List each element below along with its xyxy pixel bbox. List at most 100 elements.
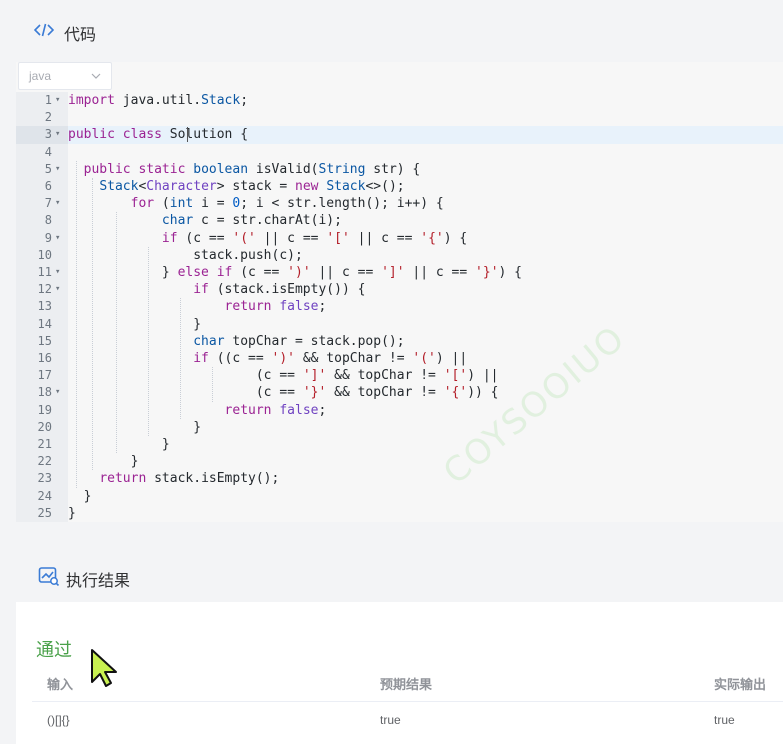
line-gutter: 11 ▾ [16,264,68,282]
code-line-text: char c = str.charAt(i); [161,213,342,229]
line-number: 25 [37,505,52,520]
fold-toggle-icon[interactable]: ▾ [55,126,60,143]
fold-toggle-icon[interactable]: ▾ [55,161,60,178]
indent-guide [148,246,149,436]
result-section-header: 执行结果 [0,540,783,602]
line-gutter: 4 [16,143,68,161]
code-line-text: } [68,419,202,435]
line-gutter: 20 [16,418,68,436]
code-line[interactable]: 19 return false; [16,401,783,419]
indent-guide [76,160,77,488]
code-line[interactable]: 24 } [16,487,783,505]
code-line[interactable]: 17 (c == ']' && topChar != '[') || [16,367,783,385]
code-line-text: } [68,505,76,521]
line-gutter: 24 [16,487,68,505]
code-line-text: (c == '}' && topChar != '{')) { [68,385,499,401]
code-line-text: } [68,437,170,452]
line-number: 23 [37,471,52,486]
code-line-text: if ((c == ')' && topChar != '(') || [193,351,468,366]
code-icon [34,23,54,37]
code-line-text: stack.push(c); [68,247,303,263]
code-line[interactable]: 3 ▾ public class Solution { [16,126,783,144]
line-number: 10 [37,247,52,262]
line-gutter: 17 [16,367,68,385]
line-gutter: 13 [16,298,68,316]
line-number: 2 [44,110,52,125]
fold-toggle-icon[interactable]: ▾ [55,264,60,281]
line-number: 18 [37,385,52,400]
code-line[interactable]: 1 ▾ import java.util.Stack; [16,92,783,110]
code-line[interactable]: 21 } [16,436,783,454]
code-line-text: if (c == '(' || c == '[' || c == '{') { [161,230,468,246]
line-number: 6 [44,179,52,193]
code-line[interactable]: 18 ▾ (c == '}' && topChar != '{')) { [16,384,783,402]
line-number: 12 [37,282,52,297]
fold-toggle-icon[interactable]: ▾ [55,92,60,109]
code-line-text: public class Solution { [68,127,249,143]
line-gutter: 6 [16,178,68,196]
line-number: 21 [37,437,52,451]
code-line[interactable]: 13 return false; [16,298,783,316]
code-line[interactable]: 11 ▾ } else if (c == ')' || c == ']' || c… [16,264,783,282]
line-number: 7 [44,196,52,211]
code-line[interactable]: 4 [16,143,783,161]
line-gutter: 23 [16,470,68,488]
line-gutter: 2 [16,109,68,127]
line-number: 20 [37,419,52,434]
code-line[interactable]: 20 } [16,418,783,436]
code-line[interactable]: 22 } [16,453,783,471]
line-number: 24 [37,488,52,503]
code-line[interactable]: 7 ▾ for (int i = 0; i < str.length(); i++… [16,195,783,213]
code-line[interactable]: 5 ▾ public static boolean isValid(String … [16,160,783,178]
line-number: 15 [37,333,52,348]
line-gutter: 12 ▾ [16,281,68,299]
code-line[interactable]: 16 if ((c == ')' && topChar != '(') || [16,350,783,368]
code-section-header: 代码 [0,0,783,62]
text-cursor [187,127,188,143]
line-number: 1 [44,93,52,107]
code-line-text: char topChar = stack.pop(); [193,333,405,349]
line-number: 3 [44,127,52,142]
line-number: 8 [44,213,52,228]
result-chart-icon [38,567,60,586]
code-line-text: return false; [224,299,327,315]
indent-guide [212,367,213,402]
fold-toggle-icon[interactable]: ▾ [55,281,60,298]
fold-toggle-icon[interactable]: ▾ [55,195,60,212]
code-line-text: } else if (c == ')' || c == ']' || c == … [68,265,523,280]
line-gutter: 19 [16,401,68,419]
code-line[interactable]: 10 stack.push(c); [16,246,783,264]
language-select[interactable]: java [18,62,112,90]
code-editor[interactable]: 1 ▾ import java.util.Stack; 2 3 ▾ public class… [16,92,783,522]
indent-guide [180,298,181,419]
code-line[interactable]: 25} [16,504,783,522]
code-section-title: 代码 [64,25,97,44]
code-line[interactable]: 9 ▾ if (c == '(' || c == '[' || c == '{')… [16,229,783,247]
code-line-text: (c == ']' && topChar != '[') || [68,368,499,384]
column-header-expected: 预期结果 [380,678,433,693]
code-line[interactable]: 6 Stack<Character> stack = new Stack<>()… [16,178,783,196]
code-line[interactable]: 8 char c = str.charAt(i); [16,212,783,230]
line-gutter: 18 ▾ [16,384,68,402]
chevron-down-icon [91,73,101,79]
code-line-text: } [68,488,92,504]
code-line[interactable]: 23 return stack.isEmpty(); [16,470,783,488]
line-gutter: 9 ▾ [16,229,68,247]
code-line-text: } [68,316,202,332]
line-number: 9 [44,230,52,245]
line-gutter: 16 [16,350,68,368]
code-line[interactable]: 14 } [16,315,783,333]
code-line[interactable]: 12 ▾ if (stack.isEmpty()) { [16,281,783,299]
line-number: 16 [37,351,52,365]
line-number: 11 [37,265,52,279]
code-line[interactable]: 2 [16,109,783,127]
line-gutter: 21 [16,436,68,454]
fold-toggle-icon[interactable]: ▾ [55,384,60,401]
fold-toggle-icon[interactable]: ▾ [55,230,60,247]
column-header-actual: 实际输出 [714,678,767,693]
line-number: 14 [37,316,52,331]
code-line-text: return false; [224,402,327,418]
line-number: 22 [37,454,52,469]
cell-expected: true [380,713,401,727]
code-line[interactable]: 15 char topChar = stack.pop(); [16,332,783,350]
